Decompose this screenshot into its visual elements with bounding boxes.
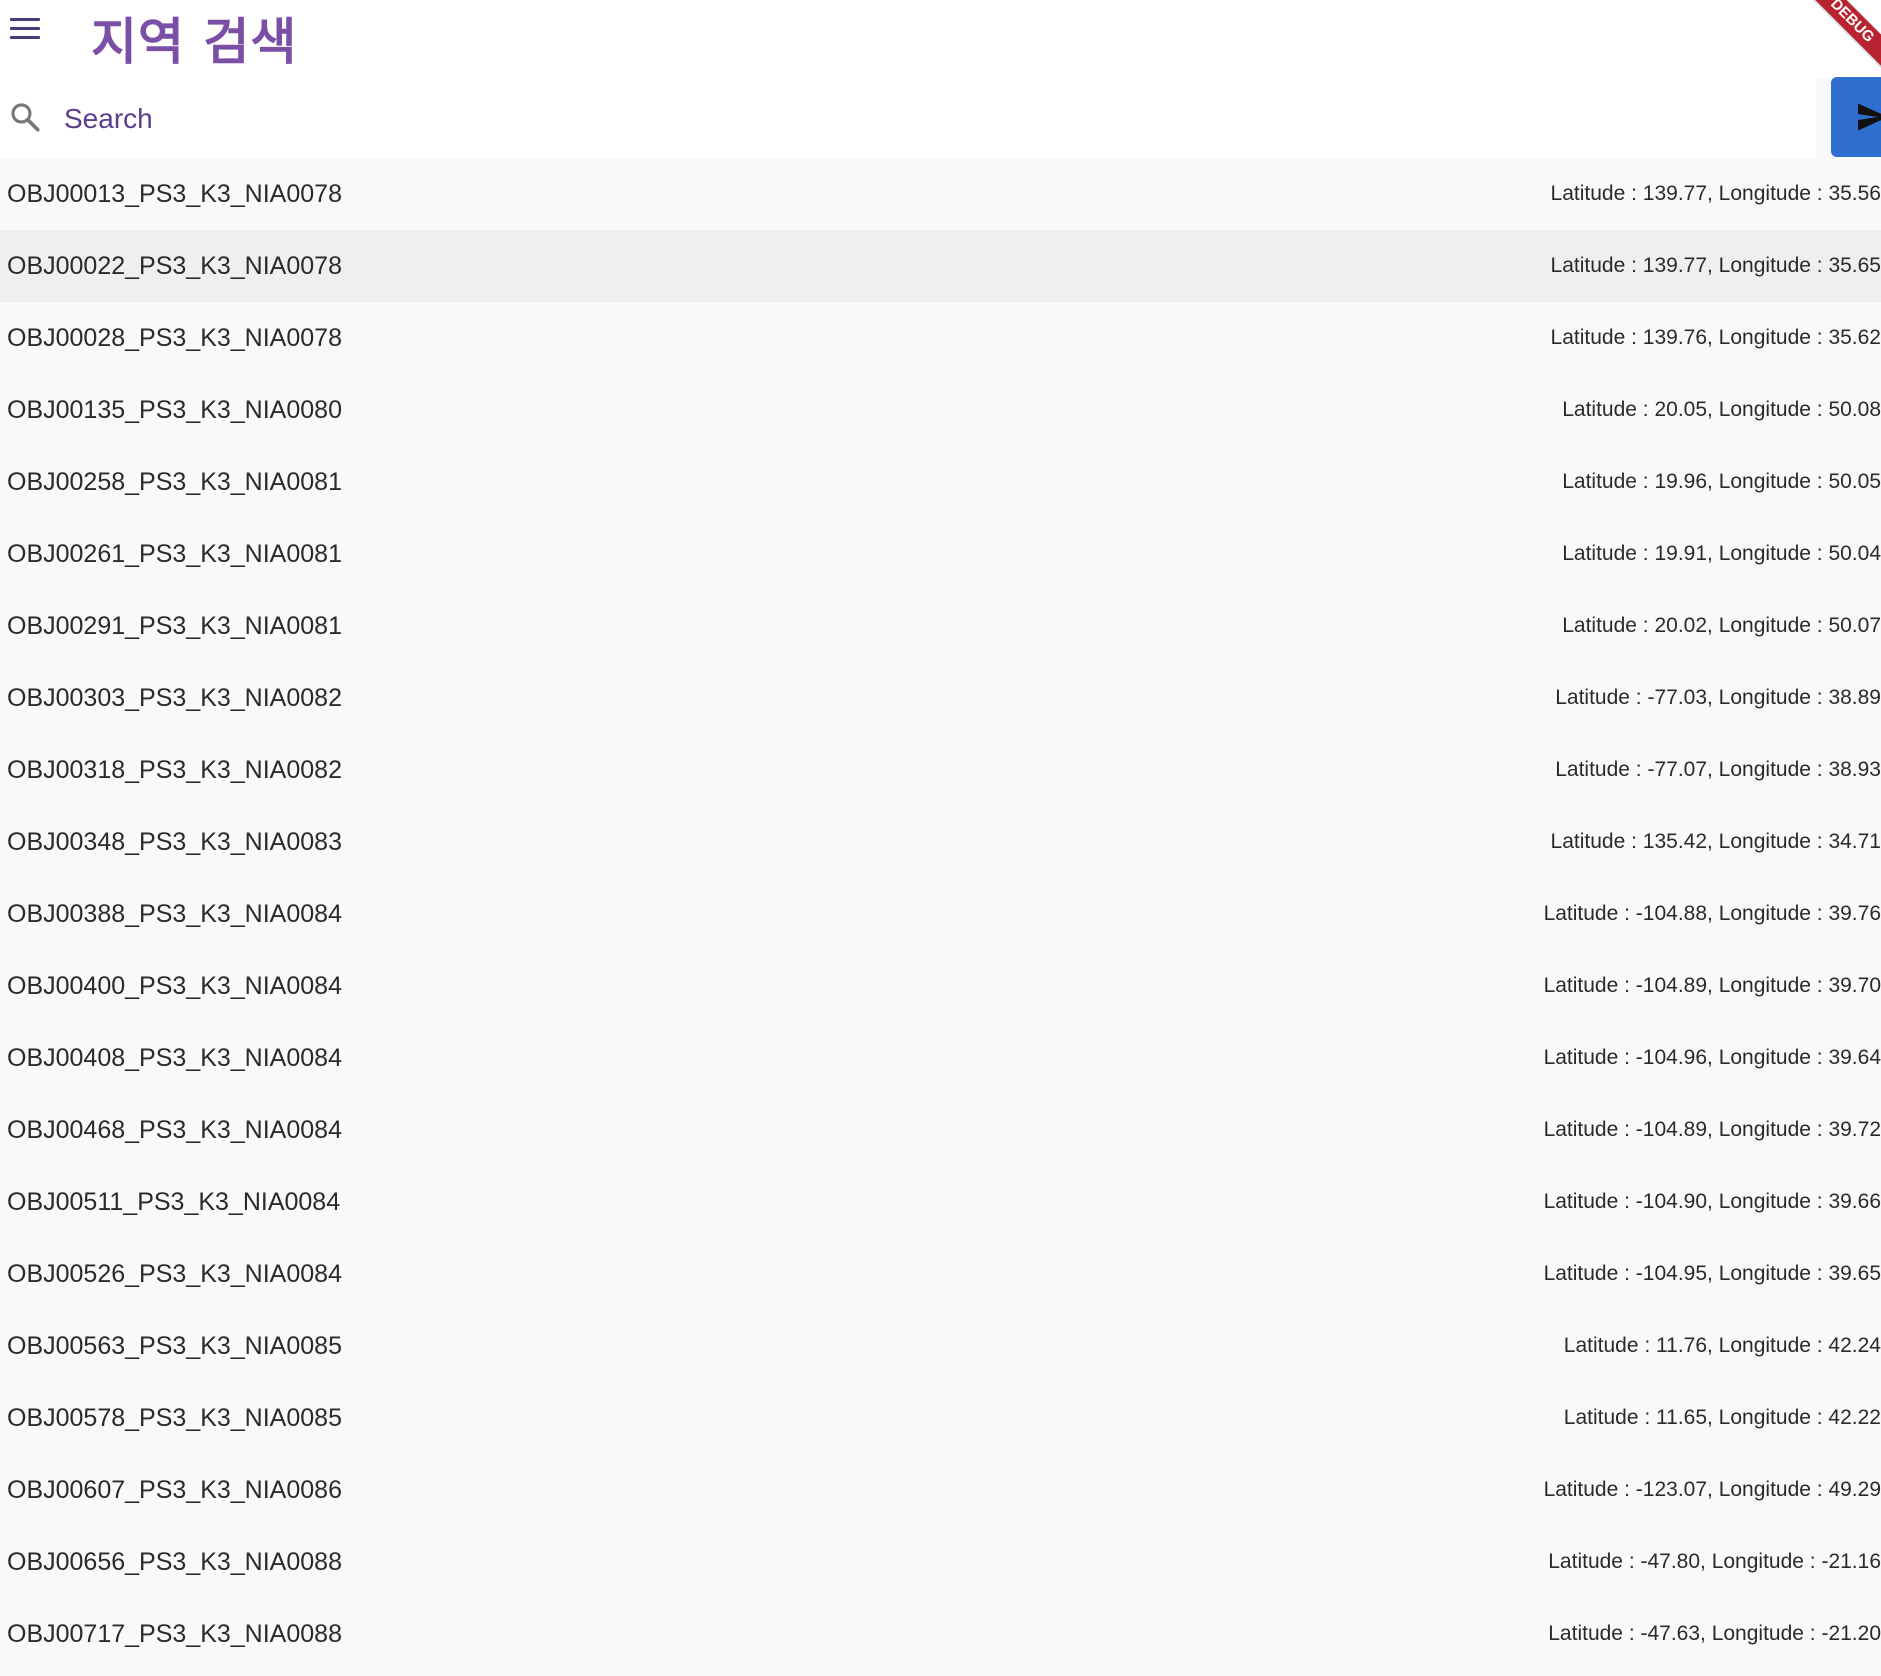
item-name: OBJ00318_PS3_K3_NIA0082: [7, 756, 342, 784]
item-coordinates: Latitude : 11.76, Longitude : 42.24: [1563, 1334, 1881, 1357]
list-item[interactable]: OBJ00261_PS3_K3_NIA0081 Latitude : 19.91,…: [0, 518, 1881, 590]
item-name: OBJ00303_PS3_K3_NIA0082: [7, 684, 342, 712]
debug-banner: DEBUG: [1791, 0, 1881, 82]
search-icon: [11, 103, 40, 132]
list-item[interactable]: OBJ00303_PS3_K3_NIA0082 Latitude : -77.03…: [0, 662, 1881, 734]
item-coordinates: Latitude : 139.77, Longitude : 35.56: [1550, 182, 1881, 205]
page-title: 지역 검색: [91, 13, 298, 71]
item-coordinates: Latitude : 139.76, Longitude : 35.62: [1550, 326, 1881, 349]
list-item[interactable]: OBJ00013_PS3_K3_NIA0078 Latitude : 139.77…: [0, 158, 1881, 230]
list-item[interactable]: OBJ00526_PS3_K3_NIA0084 Latitude : -104.9…: [0, 1238, 1881, 1310]
list-item[interactable]: OBJ00408_PS3_K3_NIA0084 Latitude : -104.9…: [0, 1022, 1881, 1094]
item-name: OBJ00013_PS3_K3_NIA0078: [7, 180, 342, 208]
list-item[interactable]: OBJ00400_PS3_K3_NIA0084 Latitude : -104.8…: [0, 950, 1881, 1022]
item-name: OBJ00028_PS3_K3_NIA0078: [7, 324, 342, 352]
item-name: OBJ00135_PS3_K3_NIA0080: [7, 396, 342, 424]
list-item[interactable]: OBJ00511_PS3_K3_NIA0084 Latitude : -104.9…: [0, 1166, 1881, 1238]
item-coordinates: Latitude : 19.91, Longitude : 50.04: [1562, 542, 1881, 565]
list-item[interactable]: OBJ00348_PS3_K3_NIA0083 Latitude : 135.42…: [0, 806, 1881, 878]
item-name: OBJ00511_PS3_K3_NIA0084: [7, 1188, 341, 1216]
item-name: OBJ00656_PS3_K3_NIA0088: [7, 1548, 342, 1576]
list-item[interactable]: OBJ00468_PS3_K3_NIA0084 Latitude : -104.8…: [0, 1094, 1881, 1166]
send-icon: [1858, 103, 1881, 131]
list-item[interactable]: OBJ00607_PS3_K3_NIA0086 Latitude : -123.0…: [0, 1454, 1881, 1526]
item-coordinates: Latitude : 139.77, Longitude : 35.65: [1550, 254, 1881, 277]
item-name: OBJ00348_PS3_K3_NIA0083: [7, 828, 342, 856]
result-list: OBJ00013_PS3_K3_NIA0078 Latitude : 139.77…: [0, 158, 1881, 1670]
item-coordinates: Latitude : 20.05, Longitude : 50.08: [1562, 398, 1881, 421]
item-coordinates: Latitude : -47.63, Longitude : -21.20: [1548, 1622, 1881, 1645]
item-coordinates: Latitude : -77.03, Longitude : 38.89: [1555, 686, 1881, 709]
list-item[interactable]: OBJ00388_PS3_K3_NIA0084 Latitude : -104.8…: [0, 878, 1881, 950]
item-coordinates: Latitude : -104.95, Longitude : 39.65: [1543, 1262, 1881, 1285]
list-item[interactable]: OBJ00578_PS3_K3_NIA0085 Latitude : 11.65,…: [0, 1382, 1881, 1454]
list-item[interactable]: OBJ00028_PS3_K3_NIA0078 Latitude : 139.76…: [0, 302, 1881, 374]
search-bar: [0, 78, 1816, 158]
item-name: OBJ00717_PS3_K3_NIA0088: [7, 1620, 342, 1648]
list-item[interactable]: OBJ00022_PS3_K3_NIA0078 Latitude : 139.77…: [0, 230, 1881, 302]
item-name: OBJ00400_PS3_K3_NIA0084: [7, 972, 342, 1000]
item-coordinates: Latitude : 135.42, Longitude : 34.71: [1550, 830, 1881, 853]
list-item[interactable]: OBJ00717_PS3_K3_NIA0088 Latitude : -47.63…: [0, 1598, 1881, 1670]
search-input[interactable]: [62, 94, 1766, 144]
item-coordinates: Latitude : -104.89, Longitude : 39.70: [1543, 974, 1881, 997]
list-item[interactable]: OBJ00258_PS3_K3_NIA0081 Latitude : 19.96,…: [0, 446, 1881, 518]
item-name: OBJ00526_PS3_K3_NIA0084: [7, 1260, 342, 1288]
send-button[interactable]: [1831, 77, 1881, 157]
item-name: OBJ00261_PS3_K3_NIA0081: [7, 540, 342, 568]
list-item[interactable]: OBJ00656_PS3_K3_NIA0088 Latitude : -47.80…: [0, 1526, 1881, 1598]
item-coordinates: Latitude : 19.96, Longitude : 50.05: [1562, 470, 1881, 493]
list-item[interactable]: OBJ00318_PS3_K3_NIA0082 Latitude : -77.07…: [0, 734, 1881, 806]
item-coordinates: Latitude : -104.96, Longitude : 39.64: [1543, 1046, 1881, 1069]
item-name: OBJ00258_PS3_K3_NIA0081: [7, 468, 342, 496]
item-name: OBJ00578_PS3_K3_NIA0085: [7, 1404, 342, 1432]
item-coordinates: Latitude : -104.90, Longitude : 39.66: [1543, 1190, 1881, 1213]
item-coordinates: Latitude : 20.02, Longitude : 50.07: [1562, 614, 1881, 637]
item-name: OBJ00022_PS3_K3_NIA0078: [7, 252, 342, 280]
item-coordinates: Latitude : -104.88, Longitude : 39.76: [1543, 902, 1881, 925]
item-coordinates: Latitude : -47.80, Longitude : -21.16: [1548, 1550, 1881, 1573]
item-coordinates: Latitude : -104.89, Longitude : 39.72: [1543, 1118, 1881, 1141]
item-name: OBJ00468_PS3_K3_NIA0084: [7, 1116, 342, 1144]
list-item[interactable]: OBJ00563_PS3_K3_NIA0085 Latitude : 11.76,…: [0, 1310, 1881, 1382]
item-coordinates: Latitude : 11.65, Longitude : 42.22: [1563, 1406, 1881, 1429]
item-name: OBJ00607_PS3_K3_NIA0086: [7, 1476, 342, 1504]
item-name: OBJ00388_PS3_K3_NIA0084: [7, 900, 342, 928]
item-coordinates: Latitude : -77.07, Longitude : 38.93: [1555, 758, 1881, 781]
list-item[interactable]: OBJ00291_PS3_K3_NIA0081 Latitude : 20.02,…: [0, 590, 1881, 662]
menu-icon[interactable]: [10, 18, 40, 42]
item-name: OBJ00291_PS3_K3_NIA0081: [7, 612, 342, 640]
item-coordinates: Latitude : -123.07, Longitude : 49.29: [1543, 1478, 1881, 1501]
app-bar: 지역 검색 DEBUG: [0, 0, 1881, 82]
item-name: OBJ00563_PS3_K3_NIA0085: [7, 1332, 342, 1360]
list-item[interactable]: OBJ00135_PS3_K3_NIA0080 Latitude : 20.05,…: [0, 374, 1881, 446]
item-name: OBJ00408_PS3_K3_NIA0084: [7, 1044, 342, 1072]
